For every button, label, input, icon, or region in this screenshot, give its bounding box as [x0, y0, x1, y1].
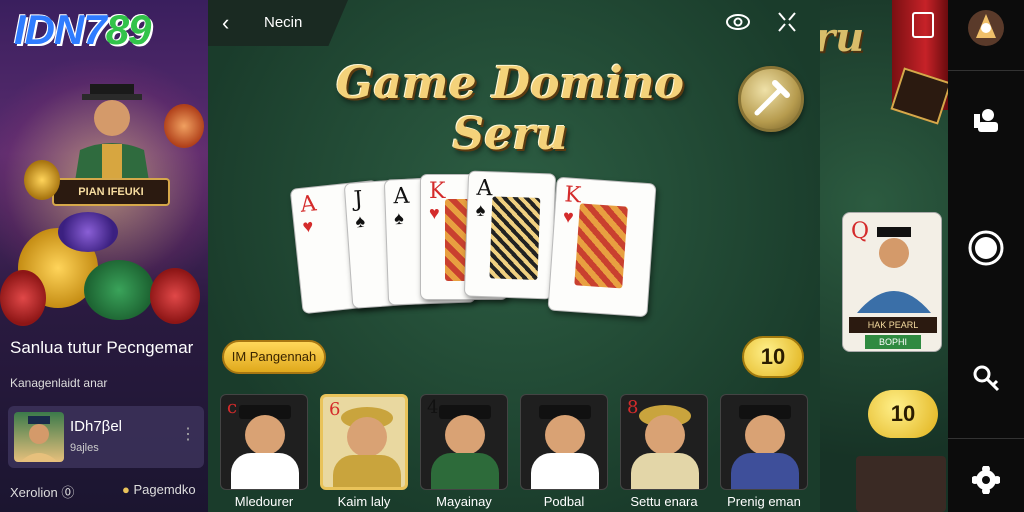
playing-card[interactable]: K ♥ — [547, 176, 657, 318]
player-body — [531, 453, 599, 489]
top-bar: ‹ Necin — [208, 0, 820, 46]
tools-coin-button[interactable] — [738, 66, 804, 132]
back-icon[interactable]: ‹ — [222, 10, 229, 36]
chip-stack-red-icon — [164, 104, 204, 148]
bg-title-fragment: ru — [820, 14, 865, 61]
player-card-rank: 4 — [427, 397, 439, 418]
playing-card[interactable]: A ♠ — [463, 170, 557, 300]
logo-part-2: 89 — [105, 6, 152, 53]
background-app-preview: ru Q HAK PEARL BOPHI 10 — [820, 0, 948, 512]
nav-divider — [948, 438, 1024, 439]
chip-stack-red-icon — [150, 268, 200, 324]
player-face — [347, 417, 387, 457]
profile-icon[interactable] — [948, 92, 1024, 148]
card-rank: A — [299, 191, 318, 218]
profile-card[interactable]: IDh7βel 9ajles ⋮ — [8, 406, 204, 468]
player-name: Mledourer — [234, 494, 294, 509]
footer-left-label: Xerolion — [10, 485, 58, 500]
eye-icon[interactable] — [726, 12, 750, 32]
footer-right-item[interactable]: ● Pagemdko — [122, 482, 196, 497]
card-rank: K — [429, 179, 446, 204]
game-title: Game Domino Seru — [335, 58, 685, 160]
brand-logo[interactable]: IDN789 — [14, 6, 152, 54]
player-card[interactable]: 4 — [420, 394, 508, 490]
player-body — [333, 455, 401, 487]
bg-card-rank-icon: Q — [851, 219, 870, 244]
player-card[interactable]: c — [220, 394, 308, 490]
player-name: Mayainay — [436, 494, 492, 509]
player-body — [231, 453, 299, 489]
promo-sidebar: IDN789 PIAN IFEUKI Sanlua tutur Pecngema… — [0, 0, 208, 512]
player-card-rank: c — [227, 397, 238, 418]
chip-stack-icon — [84, 260, 154, 320]
player-card[interactable]: 8 — [620, 394, 708, 490]
avatar — [14, 412, 64, 462]
card-rank: J — [353, 186, 364, 213]
nav-divider — [948, 70, 1024, 71]
info-icon: ⓪ — [61, 485, 75, 500]
expand-collapse-icon[interactable] — [776, 10, 798, 34]
profile-subtext: 9ajles — [70, 442, 99, 454]
more-options-icon[interactable]: ⋮ — [180, 424, 196, 444]
settings-icon[interactable] — [948, 452, 1024, 508]
key-search-icon[interactable] — [948, 350, 1024, 406]
player-card-rank: 6 — [329, 399, 341, 420]
player-name: Podbal — [543, 494, 585, 509]
top-bar-title: Necin — [264, 14, 303, 31]
player-card-rank: 8 — [627, 397, 639, 418]
action-pill-button[interactable]: IM Pangennah — [222, 340, 326, 374]
card-rank: A — [476, 175, 493, 202]
card-suit-icon: ♠ — [393, 207, 405, 229]
player-body — [731, 453, 799, 489]
card-suit-icon: ♠ — [475, 199, 486, 221]
page-icon: ● — [122, 482, 130, 497]
bg-score-badge: 10 — [868, 390, 938, 438]
tablet-icon — [912, 12, 934, 38]
promo-sign: PIAN IFEUKI — [52, 178, 170, 206]
player-body — [431, 453, 499, 489]
player-face — [745, 415, 785, 455]
bg-player-thumb — [856, 456, 946, 512]
player-name: Kaim laly — [337, 494, 391, 509]
game-screen: ‹ Necin Game Domino Seru A ♥ J ♠ A ♠ K ♥ A ♠ K ♥ IM… — [208, 0, 820, 512]
bg-card-sign: HAK PEARL — [849, 317, 937, 333]
logo-part-1: IDN7 — [14, 6, 107, 53]
player-face — [645, 415, 685, 455]
player-name: Prenig eman — [727, 494, 801, 509]
player-face — [245, 415, 285, 455]
chip-stack-red-icon — [0, 270, 46, 326]
player-card[interactable] — [520, 394, 608, 490]
profile-name: IDh7βel — [70, 418, 122, 435]
chip-stack-purple-icon — [58, 212, 118, 252]
side-nav-bar — [948, 0, 1024, 512]
card-suit-icon: ♠ — [354, 210, 366, 232]
card-art — [574, 203, 628, 289]
card-suit-icon: ♥ — [301, 215, 315, 237]
footer-left-item[interactable]: Xerolion ⓪ — [10, 482, 74, 501]
footer-right-label: Pagemdko — [133, 482, 196, 497]
card-rank: A — [392, 183, 410, 210]
bg-card-sign-2: BOPHI — [865, 335, 921, 349]
player-card[interactable]: 6 — [320, 394, 408, 490]
card-art — [489, 196, 541, 280]
app-logo-icon[interactable] — [948, 0, 1024, 56]
player-face — [445, 415, 485, 455]
player-body — [631, 453, 699, 489]
player-name: Settu enara — [630, 494, 698, 509]
player-list: c Mledourer 6 Kaim laly 4 Mayainay Podbal 8 Sett… — [220, 394, 810, 512]
card-suit-icon: ♥ — [429, 203, 440, 223]
promo-title: Sanlua tutur Pecngemar — [10, 338, 194, 357]
coin-stack-icon — [24, 160, 60, 200]
card-suit-icon: ♥ — [562, 206, 575, 227]
bg-player-card: Q HAK PEARL BOPHI — [842, 212, 942, 352]
promo-subtitle: Kanagenlaidt anar — [10, 376, 108, 390]
player-card[interactable] — [720, 394, 808, 490]
hammer-icon — [754, 80, 790, 116]
record-icon[interactable] — [948, 220, 1024, 276]
score-badge: 10 — [742, 336, 804, 378]
player-face — [545, 415, 585, 455]
